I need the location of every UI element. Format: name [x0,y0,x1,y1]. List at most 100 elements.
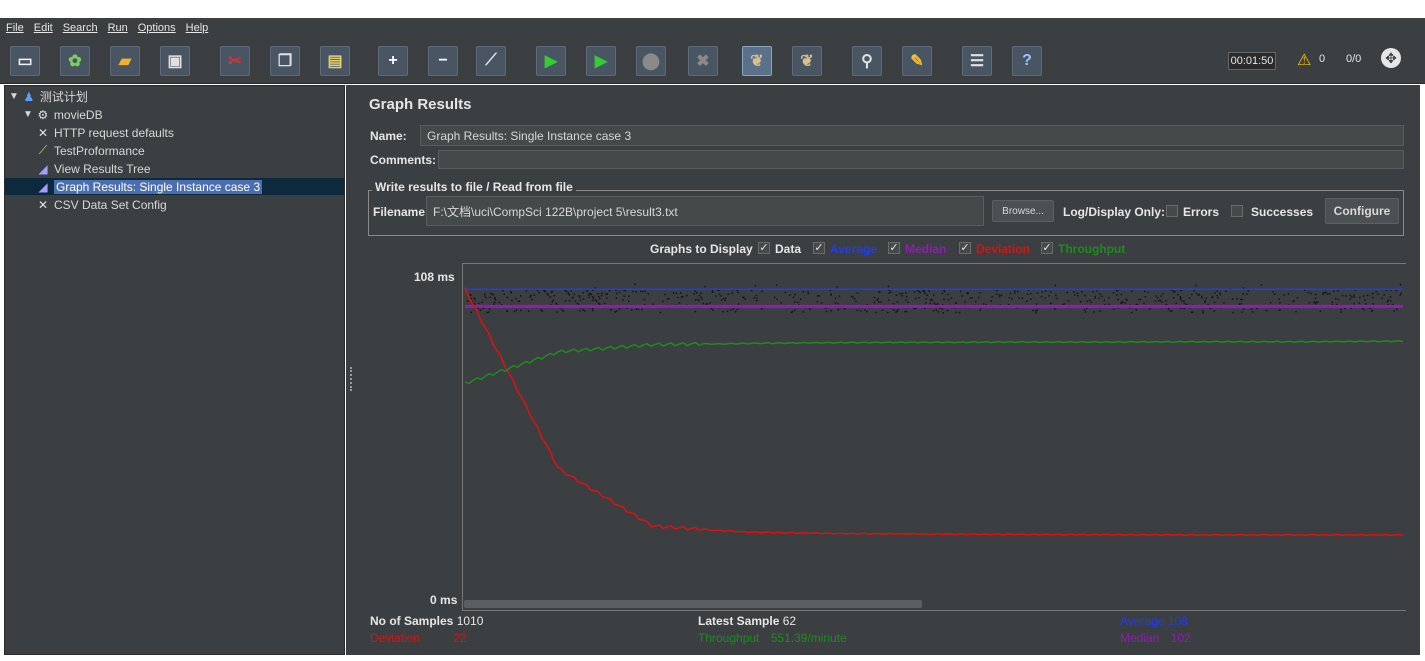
menu-help[interactable]: Help [186,22,209,34]
data-sample-point [837,302,839,305]
data-sample-point [793,309,796,311]
graph-option-checkbox-deviation[interactable]: ✓ [959,242,971,254]
clear-icon[interactable]: ❦ [742,46,772,76]
function-helper-icon[interactable]: ☰ [962,46,992,76]
data-sample-point [517,300,519,303]
data-sample-point [481,301,483,304]
save-icon[interactable]: ▣ [160,46,190,76]
start-no-pauses-icon[interactable]: ▶ [586,46,616,76]
graph-option-checkbox-average[interactable]: ✓ [813,242,825,254]
data-sample-point [1241,298,1243,301]
data-sample-point [1044,290,1047,292]
open-icon[interactable]: ▰ [110,46,140,76]
config-icon: ✕ [37,125,49,140]
data-sample-point [875,311,877,314]
tree-item-testproformance[interactable]: ⟋ TestProformance [5,142,145,159]
data-sample-point [1204,301,1206,304]
data-sample-point [598,296,600,298]
data-sample-point [1386,300,1389,303]
data-sample-point [1120,302,1122,304]
clear-all-icon[interactable]: ❦ [792,46,822,76]
data-sample-point [568,293,571,296]
data-sample-point [1188,297,1191,299]
search-icon[interactable]: ⚲ [852,46,882,76]
menu-options[interactable]: Options [138,22,176,34]
data-sample-point [624,289,627,292]
start-icon[interactable]: ▶ [536,46,566,76]
data-sample-point [925,298,927,300]
data-sample-point [610,309,612,311]
data-sample-point [1099,293,1101,295]
data-sample-point [753,297,756,299]
paste-icon[interactable]: ▤ [320,46,350,76]
data-sample-point [941,292,944,295]
menu-file[interactable]: File [6,22,24,34]
expand-icon[interactable]: + [378,46,408,76]
copy-icon[interactable]: ❐ [270,46,300,76]
warning-count: 0 [1319,53,1326,65]
menu-search[interactable]: Search [63,22,98,34]
tree-item-moviedb[interactable]: ▼ ⚙ movieDB [5,106,103,123]
toggle-icon[interactable]: ⟋ [476,46,506,76]
graph-option-checkbox-median[interactable]: ✓ [888,242,900,254]
data-sample-point [635,308,637,310]
cut-icon[interactable]: ✂ [220,46,250,76]
data-sample-point [574,300,577,302]
graph-option-label-throughput: Throughput [1058,242,1126,256]
name-field[interactable]: Graph Results: Single Instance case 3 [420,125,1404,146]
help-icon[interactable]: ? [1012,46,1042,76]
remote-engines-icon[interactable]: ✥ [1381,48,1401,68]
warning-icon[interactable]: ⚠ [1297,50,1311,70]
data-sample-point [694,310,696,313]
config-icon: ✕ [37,197,49,212]
tree-expand-icon[interactable]: ▼ [9,91,19,102]
tree-expand-icon[interactable]: ▼ [23,109,33,120]
tree-item-test-plan[interactable]: ▼ ♟ 测试计划 [5,88,88,105]
tree-item-graph-results[interactable]: ◢ Graph Results: Single Instance case 3 [5,178,344,195]
data-sample-point [503,293,505,296]
graph-option-checkbox-data[interactable]: ✓ [758,242,770,254]
data-sample-point [704,285,706,288]
data-sample-point [1126,299,1128,301]
data-sample-point [726,310,729,313]
data-sample-point [1077,294,1079,297]
data-sample-point [959,290,962,293]
menu-run[interactable]: Run [108,22,128,34]
split-pane-divider[interactable] [346,85,358,655]
errors-checkbox[interactable] [1166,205,1178,217]
series-line-deviation [464,287,1404,537]
data-sample-point [573,293,576,296]
browse-button[interactable]: Browse... [992,200,1054,222]
data-sample-point [1112,292,1115,294]
data-sample-point [1278,298,1280,300]
collapse-icon[interactable]: − [428,46,458,76]
data-sample-point [864,309,866,311]
new-icon[interactable]: ▭ [10,46,40,76]
data-sample-point [635,291,637,293]
data-sample-point [1173,297,1175,299]
data-sample-point [873,301,875,304]
data-sample-point [918,297,920,299]
tree-item-http-request-defaults[interactable]: ✕ HTTP request defaults [5,124,174,141]
stop-icon[interactable]: ⬤ [636,46,666,76]
data-sample-point [929,302,931,304]
tree-item-csv-data-set-config[interactable]: ✕ CSV Data Set Config [5,196,167,213]
graph-option-checkbox-throughput[interactable]: ✓ [1041,242,1053,254]
configure-button[interactable]: Configure [1325,198,1399,224]
filename-field[interactable]: F:\文档\uci\CompSci 122B\project 5\result3… [426,196,984,226]
templates-icon[interactable]: ✿ [60,46,90,76]
data-sample-point [706,303,709,305]
reset-search-icon[interactable]: ✎ [902,46,932,76]
data-sample-point [531,298,533,301]
comments-field[interactable] [438,150,1404,169]
data-sample-point [587,294,590,296]
data-sample-point [905,310,908,313]
stat-throughput-label: Throughput [698,631,760,645]
graph-scrollbar[interactable] [464,600,922,608]
data-sample-point [1054,308,1056,310]
data-sample-point [623,295,625,297]
successes-checkbox[interactable] [1231,205,1243,217]
tree-item-view-results-tree[interactable]: ◢ View Results Tree [5,160,150,177]
menu-edit[interactable]: Edit [34,22,53,34]
shutdown-icon[interactable]: ✖ [688,46,718,76]
